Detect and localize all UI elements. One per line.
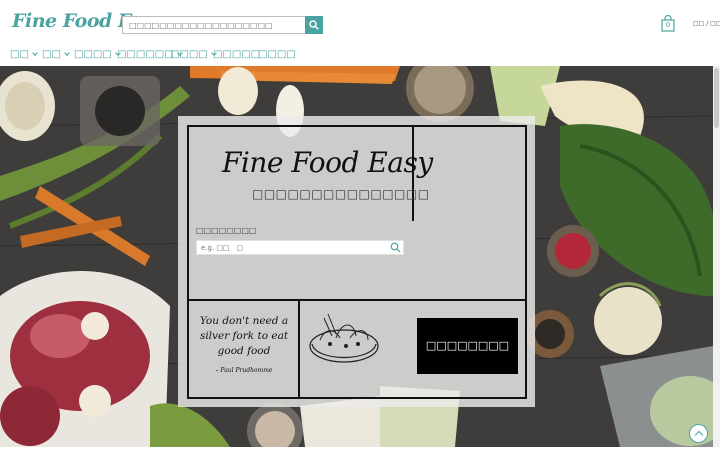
top-header: Fine Food Easy 0 □□ / □□ (0, 0, 720, 44)
card-subtitle: □□□□□□□□□□□□□□□ (252, 187, 430, 201)
nav-item-1[interactable]: □□ (10, 49, 38, 60)
cart-count: 0 (665, 21, 671, 29)
nav-item-6[interactable]: □□□□□ (213, 49, 260, 60)
quote-author: – Paul Prudhomme (215, 367, 273, 374)
chevron-up-icon (694, 430, 704, 440)
back-to-top-button[interactable] (689, 424, 708, 443)
search-icon (309, 20, 319, 30)
chevron-down-icon (32, 50, 38, 56)
scrollbar-thumb[interactable] (714, 68, 719, 128)
search-icon[interactable] (390, 242, 401, 253)
nav-item-7[interactable]: □□□□ (258, 49, 296, 60)
card-search (196, 240, 404, 255)
search-input[interactable] (123, 17, 305, 33)
nav-item-2[interactable]: □□ (42, 49, 70, 60)
card-logo: Fine Food Easy (222, 146, 433, 179)
nav-item-3[interactable]: □□□□ (74, 49, 121, 60)
card-search-input[interactable] (197, 241, 387, 254)
header-search (122, 16, 323, 34)
chevron-down-icon (64, 50, 70, 56)
language-switch[interactable]: □□ / □□ (693, 20, 720, 27)
divider (187, 299, 527, 301)
scrollbar[interactable] (713, 66, 720, 447)
card-search-label: □□□□□□□□ (196, 226, 257, 235)
food-bowl-illustration (309, 313, 379, 363)
cta-button[interactable]: □□□□□□□□ (417, 318, 518, 374)
cart-button[interactable]: 0 (661, 14, 675, 32)
divider (298, 299, 300, 399)
main-nav: □□ □□ □□□□ □□□□□□ □□□□ □□□□□ □□□□ (0, 44, 720, 66)
search-button[interactable] (305, 16, 323, 34)
nav-item-5[interactable]: □□□□ (170, 49, 217, 60)
quote-text: You don't need a silver fork to eat good… (199, 315, 289, 357)
